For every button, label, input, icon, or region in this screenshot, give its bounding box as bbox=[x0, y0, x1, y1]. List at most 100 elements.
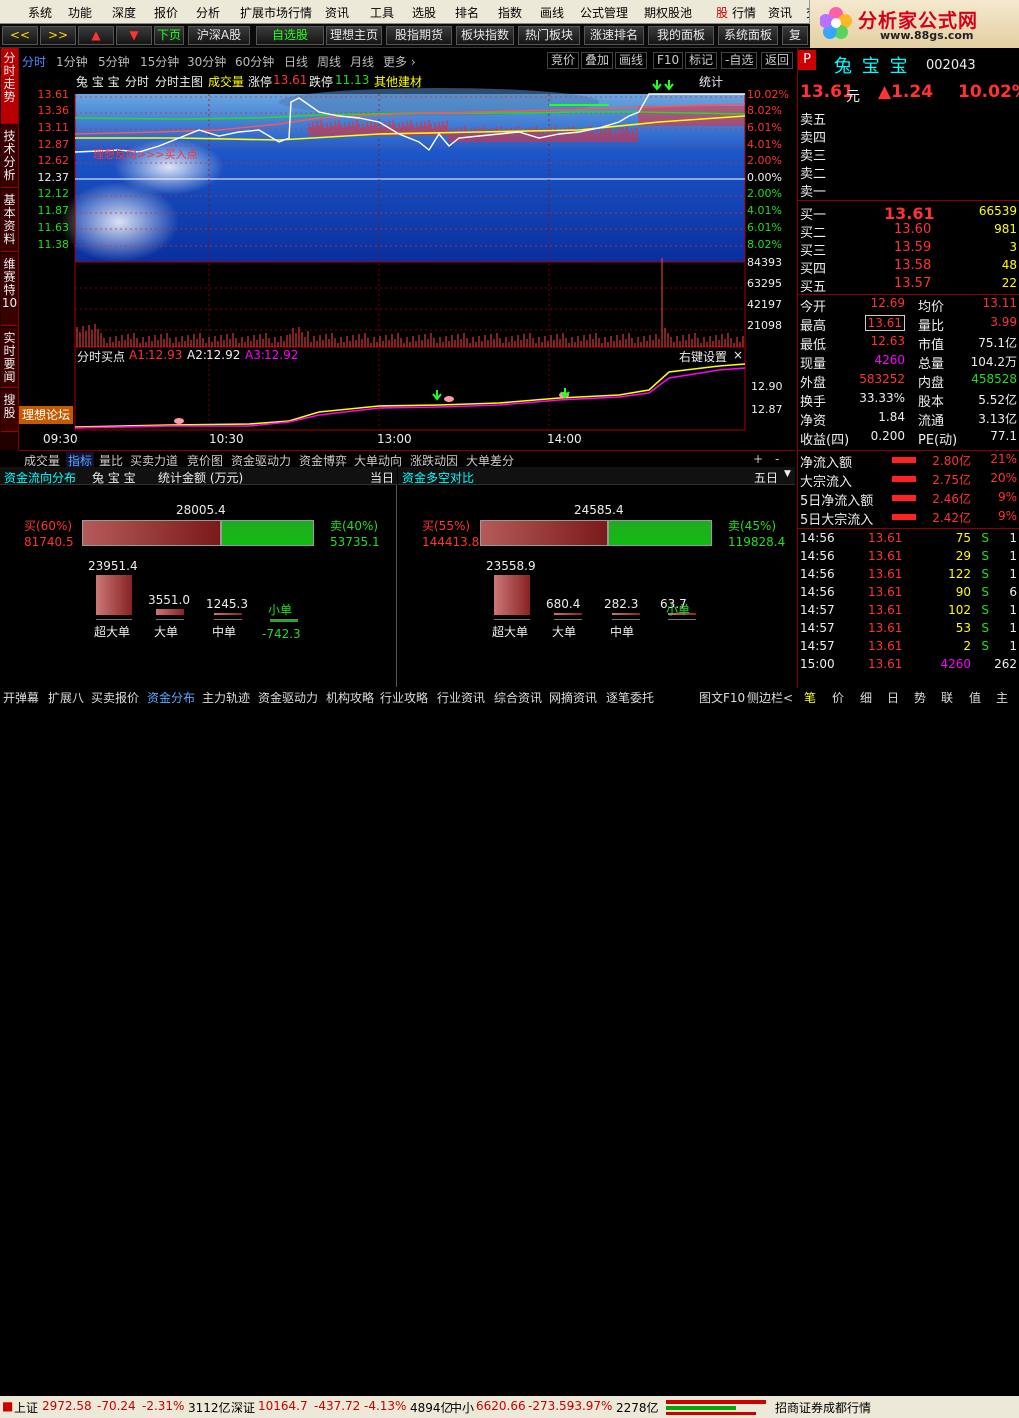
status-tab[interactable]: 资金分布 bbox=[147, 689, 195, 706]
status-tab[interactable]: 主力轨迹 bbox=[202, 689, 250, 706]
status-right-tab[interactable]: 价 bbox=[832, 689, 844, 706]
ask-level-label: 卖一 bbox=[800, 185, 827, 200]
fund-right-header: 资金多空对比 五日 ▼ bbox=[398, 467, 795, 485]
period-tab[interactable]: 日线 bbox=[284, 53, 308, 70]
status-tab[interactable]: 资金驱动力 bbox=[258, 689, 318, 706]
left-nav-item[interactable]: 基本资料 bbox=[1, 190, 18, 252]
period-tab[interactable]: 更多 › bbox=[383, 53, 416, 70]
toolbar-button[interactable]: 系统面板 bbox=[718, 26, 778, 45]
period-action-button[interactable]: 标记 bbox=[685, 52, 718, 69]
period-tab[interactable]: 5分钟 bbox=[98, 53, 130, 70]
sub-settings[interactable]: 右键设置 bbox=[679, 348, 727, 365]
sub-axis-label: 12.90 bbox=[751, 380, 783, 393]
status-right-tab[interactable]: 主 bbox=[996, 689, 1008, 706]
period-tab[interactable]: 1分钟 bbox=[56, 53, 88, 70]
tick-side: S bbox=[981, 603, 989, 617]
status-right-tab[interactable]: 值 bbox=[969, 689, 981, 706]
close-icon[interactable]: × bbox=[733, 348, 743, 362]
period-action-button[interactable]: -自选 bbox=[721, 52, 758, 69]
divider bbox=[798, 200, 1019, 201]
status-right-tab[interactable]: 图文F10 bbox=[699, 689, 745, 706]
menu-item[interactable]: 指数 bbox=[498, 4, 522, 21]
fund-left-sub: 统计金额 (万元) bbox=[158, 471, 244, 485]
panel-p-icon[interactable]: P bbox=[798, 50, 816, 70]
menu-item[interactable]: 系统 bbox=[28, 4, 52, 21]
toolbar-button[interactable]: >> bbox=[40, 26, 76, 45]
status-right-tab[interactable]: 侧边栏< bbox=[747, 689, 793, 706]
status-tab[interactable]: 综合资讯 bbox=[494, 689, 542, 706]
toolbar-button[interactable]: 我的面板 bbox=[648, 26, 714, 45]
menu-item[interactable]: 画线 bbox=[540, 4, 564, 21]
toolbar-button[interactable]: 沪深A股 bbox=[188, 26, 250, 45]
left-nav-item[interactable]: 实时要闻 bbox=[1, 328, 18, 388]
toolbar-button[interactable]: 下页 bbox=[154, 26, 184, 45]
status-tab[interactable]: 行业资讯 bbox=[437, 689, 485, 706]
status-right-tab[interactable]: 势 bbox=[914, 689, 926, 706]
left-nav-item[interactable]: 技术分析 bbox=[1, 126, 18, 188]
green-arrow-icon bbox=[432, 390, 442, 401]
toolbar-button[interactable]: ▲ bbox=[78, 26, 114, 45]
period-tab[interactable]: 周线 bbox=[317, 53, 341, 70]
status-tab[interactable]: 行业攻略 bbox=[380, 689, 428, 706]
period-tab[interactable]: 月线 bbox=[350, 53, 374, 70]
menu-item[interactable]: 行情 bbox=[732, 4, 756, 21]
period-tab[interactable]: 30分钟 bbox=[187, 53, 226, 70]
menu-item[interactable]: 工具 bbox=[370, 4, 394, 21]
status-right-tab[interactable]: 日 bbox=[887, 689, 899, 706]
left-nav-item[interactable]: 搜股 bbox=[1, 390, 18, 432]
menu-item[interactable]: 资讯 bbox=[325, 4, 349, 21]
toolbar-button[interactable]: << bbox=[2, 26, 38, 45]
menu-item[interactable]: 公式管理 bbox=[580, 4, 628, 21]
divider bbox=[798, 450, 1019, 451]
period-action-button[interactable]: 返回 bbox=[761, 52, 794, 69]
left-nav-item[interactable]: 维赛特10 bbox=[1, 254, 18, 326]
status-tab[interactable]: 机构攻略 bbox=[326, 689, 374, 706]
toolbar-button[interactable]: 理想主页 bbox=[326, 26, 382, 45]
menu-item[interactable]: 期权股池 bbox=[644, 4, 692, 21]
status-right-tab[interactable]: 细 bbox=[860, 689, 872, 706]
menu-item[interactable]: 功能 bbox=[68, 4, 92, 21]
menu-item[interactable]: 选股 bbox=[412, 4, 436, 21]
period-action-button[interactable]: 竞价 bbox=[547, 52, 580, 69]
status-tab[interactable]: 扩展八 bbox=[48, 689, 84, 706]
menu-item[interactable]: 深度 bbox=[112, 4, 136, 21]
menu-item[interactable]: 资讯 bbox=[768, 4, 792, 21]
toolbar-button[interactable]: 复 bbox=[782, 26, 808, 45]
status-tab[interactable]: 逐笔委托 bbox=[606, 689, 654, 706]
status-right-tab[interactable]: 笔 bbox=[804, 689, 816, 706]
toolbar-button[interactable]: 涨速排名 bbox=[584, 26, 644, 45]
status-tab[interactable]: 网摘资讯 bbox=[549, 689, 597, 706]
toolbar-button[interactable]: 股指期货 bbox=[386, 26, 452, 45]
period-action-button[interactable]: F10 bbox=[653, 52, 684, 69]
fund-sell-value: 119828.4 bbox=[728, 535, 786, 549]
fund-buy-value: 81740.5 bbox=[24, 535, 74, 549]
period-tab[interactable]: 60分钟 bbox=[235, 53, 274, 70]
status-tab[interactable]: 买卖报价 bbox=[91, 689, 139, 706]
menu-item[interactable]: 分析 bbox=[196, 4, 220, 21]
menu-item[interactable]: 报价 bbox=[154, 4, 178, 21]
menu-item[interactable]: 排名 bbox=[455, 4, 479, 21]
zoom-out-icon[interactable]: - bbox=[773, 452, 781, 466]
menu-item[interactable]: 扩展市场行情 bbox=[240, 4, 312, 21]
fund-left-period[interactable]: 当日 bbox=[370, 469, 394, 486]
fund-right-period[interactable]: 五日 bbox=[754, 469, 778, 486]
left-nav-item[interactable]: 分时走势 bbox=[1, 48, 18, 124]
period-tab[interactable]: 15分钟 bbox=[140, 53, 179, 70]
menu-item[interactable]: 股 bbox=[716, 4, 728, 21]
toolbar-button[interactable]: 自选股 bbox=[256, 26, 324, 45]
period-tab[interactable]: 分时 bbox=[22, 53, 46, 70]
toolbar-button[interactable]: ▼ bbox=[116, 26, 152, 45]
toolbar-button[interactable]: 板块指数 bbox=[456, 26, 514, 45]
zoom-in-icon[interactable]: + bbox=[751, 452, 765, 466]
period-action-button[interactable]: 叠加 bbox=[581, 52, 614, 69]
chevron-down-icon[interactable]: ▼ bbox=[784, 469, 791, 479]
price-axis-label: 12.87 bbox=[37, 138, 70, 151]
toolbar-button[interactable]: 热门板块 bbox=[518, 26, 580, 45]
forum-badge[interactable]: 理想论坛 bbox=[19, 406, 73, 424]
status-right-tab[interactable]: 联 bbox=[941, 689, 953, 706]
index-bar: ■ 上证 2972.58 -70.24 -2.31% 3112亿 深证 1016… bbox=[0, 1396, 1019, 1418]
tick-volume: 122 bbox=[948, 567, 971, 581]
period-action-button[interactable]: 画线 bbox=[615, 52, 648, 69]
status-tab[interactable]: 开弹幕 bbox=[3, 689, 39, 706]
sub-a1-label: A1: bbox=[129, 348, 149, 362]
